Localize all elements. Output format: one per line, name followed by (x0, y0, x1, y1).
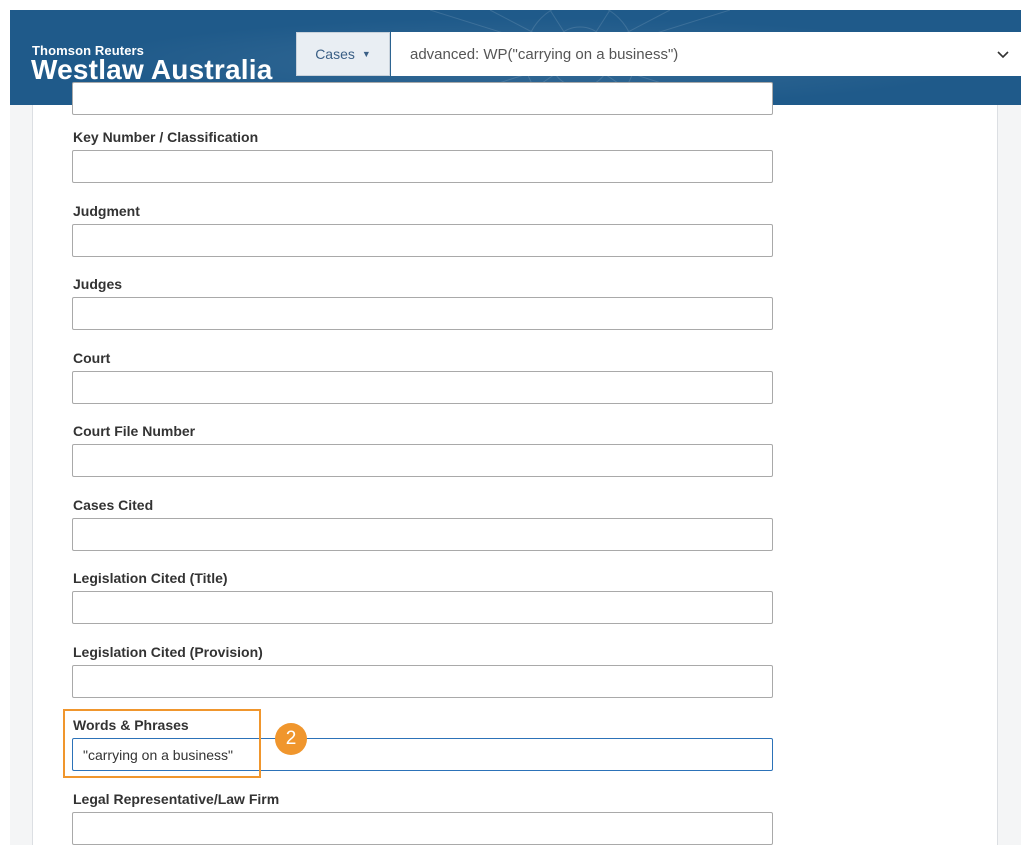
label-judges: Judges (73, 276, 123, 292)
step-highlight-box (63, 709, 261, 778)
label-cases-cited: Cases Cited (73, 497, 154, 513)
step-number-badge: 2 (275, 723, 307, 755)
search-input[interactable] (410, 45, 970, 63)
input-legislation-title[interactable] (72, 591, 773, 624)
label-legal-representative: Legal Representative/Law Firm (73, 791, 280, 807)
input-judges[interactable] (72, 297, 773, 330)
search-bar[interactable] (391, 32, 1021, 76)
label-legislation-title: Legislation Cited (Title) (73, 570, 228, 586)
label-judgment: Judgment (73, 203, 140, 219)
input-judgment[interactable] (72, 224, 773, 257)
input-legislation-provision[interactable] (72, 665, 773, 698)
cases-dropdown-label: Cases (315, 46, 355, 62)
label-legislation-provision: Legislation Cited (Provision) (73, 644, 263, 660)
input-court-file-number[interactable] (72, 444, 773, 477)
label-key-number: Key Number / Classification (73, 129, 259, 145)
top-strip (0, 0, 1021, 10)
chevron-down-icon[interactable] (993, 44, 1013, 64)
main-content: Key Number / Classification Judgment Jud… (10, 82, 1021, 845)
cases-dropdown-button[interactable]: Cases ▼ (296, 32, 390, 76)
left-edge (0, 10, 10, 845)
input-cases-cited[interactable] (72, 518, 773, 551)
input-key-number[interactable] (72, 150, 773, 183)
input-court[interactable] (72, 371, 773, 404)
label-court: Court (73, 350, 111, 366)
input-legal-representative[interactable] (72, 812, 773, 845)
label-court-file-number: Court File Number (73, 423, 196, 439)
advanced-search-panel: Key Number / Classification Judgment Jud… (32, 82, 998, 845)
field-input-previous[interactable] (72, 82, 773, 115)
caret-down-icon: ▼ (361, 49, 371, 59)
